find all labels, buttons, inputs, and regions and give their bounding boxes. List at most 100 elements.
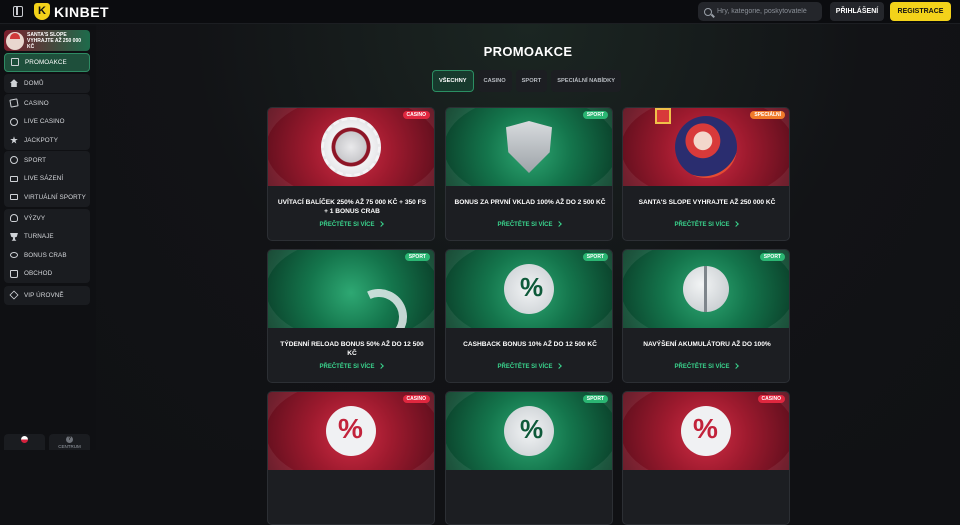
promo-card[interactable]: SPORT TÝDENNÍ RELOAD BONUS 50% AŽ DO 12 5… xyxy=(267,249,435,383)
read-more-label: PŘEČTĚTE SI VÍCE xyxy=(319,364,375,370)
sidebar-item[interactable]: OBCHOD xyxy=(4,265,90,284)
sidebar-toggle-icon[interactable] xyxy=(13,6,23,17)
gift-icon xyxy=(11,58,19,67)
search-input[interactable] xyxy=(717,8,817,15)
santa-icon xyxy=(655,108,737,178)
sidebar-item-label: SPORT xyxy=(24,156,47,164)
virtual-sport-icon xyxy=(10,194,18,201)
sidebar-footer: ? CENTRUM xyxy=(4,434,90,450)
sidebar-item[interactable]: SPORT xyxy=(4,151,90,170)
home-icon xyxy=(10,79,18,88)
promo-tab[interactable]: SPECIÁLNÍ NABÍDKY xyxy=(551,70,622,92)
read-more-link[interactable]: PŘEČTĚTE SI VÍCE xyxy=(268,363,434,370)
main-content: PROMOAKCE VŠECHNY CASINO SPORT SPECIÁLNÍ NA… xyxy=(96,24,960,525)
czech-flag-icon xyxy=(21,436,28,443)
sidebar-item[interactable]: TURNAJE xyxy=(4,228,90,247)
language-button[interactable] xyxy=(4,434,45,450)
sidebar-item[interactable]: VÝZVY xyxy=(4,209,90,228)
sidebar-item-label: DOMŮ xyxy=(24,79,44,87)
top-bar: KINBET PŘIHLÁŠENÍ REGISTRACE xyxy=(0,0,960,24)
read-more-link[interactable]: PŘEČTĚTE SI VÍCE xyxy=(268,221,434,228)
chevron-right-icon xyxy=(732,363,739,369)
promo-card-image: SPORT xyxy=(446,392,612,470)
sidebar-item[interactable]: LIVE CASINO xyxy=(4,113,90,132)
chip-icon xyxy=(321,117,381,177)
category-badge: CASINO xyxy=(402,111,430,119)
sidebar-item[interactable]: LIVE SÁZENÍ xyxy=(4,170,90,189)
chevron-right-icon xyxy=(377,221,384,227)
sidebar-group: SPORT LIVE SÁZENÍ VIRTUÁLNÍ SPORTY xyxy=(4,151,90,207)
promo-tab[interactable]: SPORT xyxy=(515,70,548,92)
sidebar-group: VÝZVY TURNAJE BONUS CRAB OBCHOD xyxy=(4,209,90,283)
promo-tab[interactable]: CASINO xyxy=(477,70,512,92)
roulette-icon xyxy=(10,117,18,126)
category-badge: SPORT xyxy=(759,253,785,261)
category-badge: CASINO xyxy=(402,395,430,403)
sidebar-item-label: OBCHOD xyxy=(24,270,53,278)
sidebar-item[interactable]: CASINO xyxy=(4,94,90,113)
promo-card[interactable]: SPECIÁLNÍ SANTA'S SLOPE VYHRAJTE AŽ 250 0… xyxy=(622,107,790,241)
sidebar-item[interactable]: DOMŮ xyxy=(4,74,90,93)
read-more-link[interactable]: PŘEČTĚTE SI VÍCE xyxy=(446,363,612,370)
sidebar-item-label: VÝZVY xyxy=(24,214,46,222)
help-center-label: CENTRUM xyxy=(58,444,81,449)
chevron-right-icon xyxy=(555,221,562,227)
category-badge: SPORT xyxy=(582,395,608,403)
category-badge: SPORT xyxy=(582,111,608,119)
sidebar-item-label: BONUS CRAB xyxy=(24,251,67,259)
promo-filter-tabs: VŠECHNY CASINO SPORT SPECIÁLNÍ NABÍDKY xyxy=(432,70,622,92)
register-button[interactable]: REGISTRACE xyxy=(890,2,951,21)
sidebar-item[interactable]: PROMOAKCE xyxy=(4,53,90,72)
promo-card-image: CASINO xyxy=(623,392,789,470)
help-icon: ? xyxy=(66,436,73,443)
promo-card[interactable]: SPORT xyxy=(445,391,613,525)
promo-card[interactable]: CASINO UVÍTACÍ BALÍČEK 250% AŽ 75 000 KČ … xyxy=(267,107,435,241)
search-box[interactable] xyxy=(698,2,822,21)
search-icon xyxy=(704,7,712,16)
read-more-link[interactable]: PŘEČTĚTE SI VÍCE xyxy=(623,221,789,228)
sidebar-item-label: PROMOAKCE xyxy=(25,58,67,66)
promo-card[interactable]: SPORT CASHBACK BONUS 10% AŽ DO 12 500 KČ P… xyxy=(445,249,613,383)
santa-avatar-icon xyxy=(6,31,24,50)
sidebar: SANTA'S SLOPE VYHRAJTE AŽ 250 000 KČ PRO… xyxy=(0,26,96,450)
promo-card-title: UVÍTACÍ BALÍČEK 250% AŽ 75 000 KČ + 350 … xyxy=(277,199,427,215)
promo-card[interactable]: SPORT NAVÝŠENÍ AKUMULÁTORU AŽ DO 100% PŘEČ… xyxy=(622,249,790,383)
sidebar-item-label: CASINO xyxy=(24,99,49,107)
sidebar-item[interactable]: VIP ÚROVNĚ xyxy=(4,286,90,305)
sidebar-group: VIP ÚROVNĚ xyxy=(4,286,90,305)
sidebar-item-label: LIVE CASINO xyxy=(24,118,65,126)
sidebar-group: PROMOAKCE xyxy=(4,53,90,72)
promo-card[interactable]: CASINO xyxy=(622,391,790,525)
shop-icon xyxy=(10,269,18,278)
kinbet-logo-icon xyxy=(34,3,50,20)
sidebar-promo-banner[interactable]: SANTA'S SLOPE VYHRAJTE AŽ 250 000 KČ xyxy=(4,30,90,51)
trophy-icon xyxy=(10,232,18,241)
live-bet-icon xyxy=(10,175,18,182)
sidebar-item[interactable]: VIRTUÁLNÍ SPORTY xyxy=(4,188,90,207)
diamond-icon xyxy=(9,290,19,300)
promo-card-title: SANTA'S SLOPE VYHRAJTE AŽ 250 000 KČ xyxy=(638,199,776,206)
help-center-button[interactable]: ? CENTRUM xyxy=(49,434,90,450)
login-button[interactable]: PŘIHLÁŠENÍ xyxy=(830,2,884,21)
percent-icon xyxy=(681,406,731,456)
promo-card-title: CASHBACK BONUS 10% AŽ DO 12 500 KČ xyxy=(463,341,597,348)
sidebar-item[interactable]: JACKPOTY xyxy=(4,131,90,150)
sidebar-item[interactable]: BONUS CRAB xyxy=(4,246,90,265)
page-title: PROMOAKCE xyxy=(483,44,573,59)
logo[interactable]: KINBET xyxy=(34,3,109,20)
challenge-icon xyxy=(10,214,18,223)
promo-card[interactable]: CASINO xyxy=(267,391,435,525)
read-more-label: PŘEČTĚTE SI VÍCE xyxy=(674,364,730,370)
promo-card[interactable]: SPORT BONUS ZA PRVNÍ VKLAD 100% AŽ DO 2 5… xyxy=(445,107,613,241)
ball-icon xyxy=(10,156,18,165)
category-badge: SPORT xyxy=(404,253,430,261)
sidebar-item-label: TURNAJE xyxy=(24,233,54,241)
gift-icon xyxy=(655,108,671,124)
crab-icon xyxy=(10,252,18,259)
sidebar-item-label: JACKPOTY xyxy=(24,136,59,144)
sidebar-item-label: VIP ÚROVNĚ xyxy=(24,291,64,299)
read-more-link[interactable]: PŘEČTĚTE SI VÍCE xyxy=(446,221,612,228)
promo-tab[interactable]: VŠECHNY xyxy=(432,70,474,92)
chevron-right-icon xyxy=(732,221,739,227)
read-more-link[interactable]: PŘEČTĚTE SI VÍCE xyxy=(623,363,789,370)
